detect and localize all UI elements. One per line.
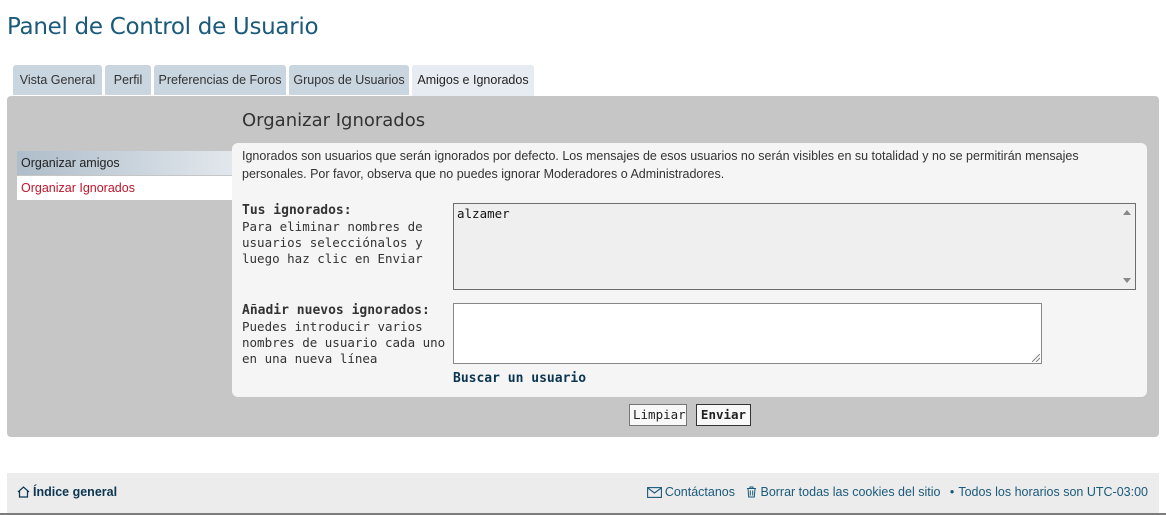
submit-button[interactable]: Enviar	[696, 404, 751, 426]
footer: Índice general Contáctanos Borrar todas …	[7, 473, 1159, 513]
ignored-field-label: Tus ignorados: Para eliminar nombres de …	[242, 203, 447, 267]
tab-vista-general[interactable]: Vista General	[13, 65, 102, 95]
trash-icon	[746, 486, 757, 501]
delete-cookies-link[interactable]: Borrar todas las cookies del sitio	[760, 485, 940, 499]
ignored-field-help: Para eliminar nombres de usuarios selecc…	[242, 219, 423, 266]
add-field-label: Añadir nuevos ignorados: Puedes introduc…	[242, 303, 447, 367]
bullet-separator: •	[949, 485, 955, 499]
control-panel: Organizar amigos Organizar Ignorados Org…	[7, 96, 1159, 437]
sidebar-item-organizar-amigos[interactable]: Organizar amigos	[17, 151, 241, 175]
intro-text: Ignorados son usuarios que serán ignorad…	[242, 149, 1079, 181]
ignored-user-option[interactable]: alzamer	[457, 206, 510, 221]
tab-grupos-usuarios[interactable]: Grupos de Usuarios	[289, 65, 409, 95]
tab-perfil[interactable]: Perfil	[105, 65, 151, 95]
footer-links: Contáctanos Borrar todas las cookies del…	[646, 485, 1148, 501]
add-field-help: Puedes introducir varios nombres de usua…	[242, 319, 446, 366]
section-title: Organizar Ignorados	[242, 110, 426, 131]
tab-preferencias-foros[interactable]: Preferencias de Foros	[154, 65, 286, 95]
ignored-field-title: Tus ignorados:	[242, 203, 352, 218]
resize-grip-icon[interactable]	[1032, 354, 1040, 362]
tab-amigos-ignorados[interactable]: Amigos e Ignorados	[412, 65, 534, 96]
sidebar-item-organizar-ignorados[interactable]: Organizar Ignorados	[17, 176, 241, 200]
form-content: Ignorados son usuarios que serán ignorad…	[232, 143, 1147, 397]
envelope-icon	[646, 487, 662, 501]
contact-link[interactable]: Contáctanos	[665, 485, 735, 499]
page-title: Panel de Control de Usuario	[7, 14, 319, 40]
sidebar-nav: Organizar amigos Organizar Ignorados	[17, 151, 241, 200]
timezone-text: Todos los horarios son UTC-03:00	[958, 485, 1148, 499]
home-icon	[17, 486, 30, 501]
search-user-link[interactable]: Buscar un usuario	[453, 371, 586, 386]
scroll-down-arrow-icon[interactable]	[1123, 278, 1131, 283]
add-field-title: Añadir nuevos ignorados:	[242, 303, 430, 318]
footer-home[interactable]: Índice general	[17, 485, 117, 501]
clear-button[interactable]: Limpiar	[629, 404, 687, 426]
scroll-up-arrow-icon[interactable]	[1123, 210, 1131, 215]
ignored-users-select[interactable]: alzamer	[453, 203, 1136, 290]
home-link[interactable]: Índice general	[33, 485, 117, 499]
add-ignored-textarea[interactable]	[453, 303, 1042, 364]
